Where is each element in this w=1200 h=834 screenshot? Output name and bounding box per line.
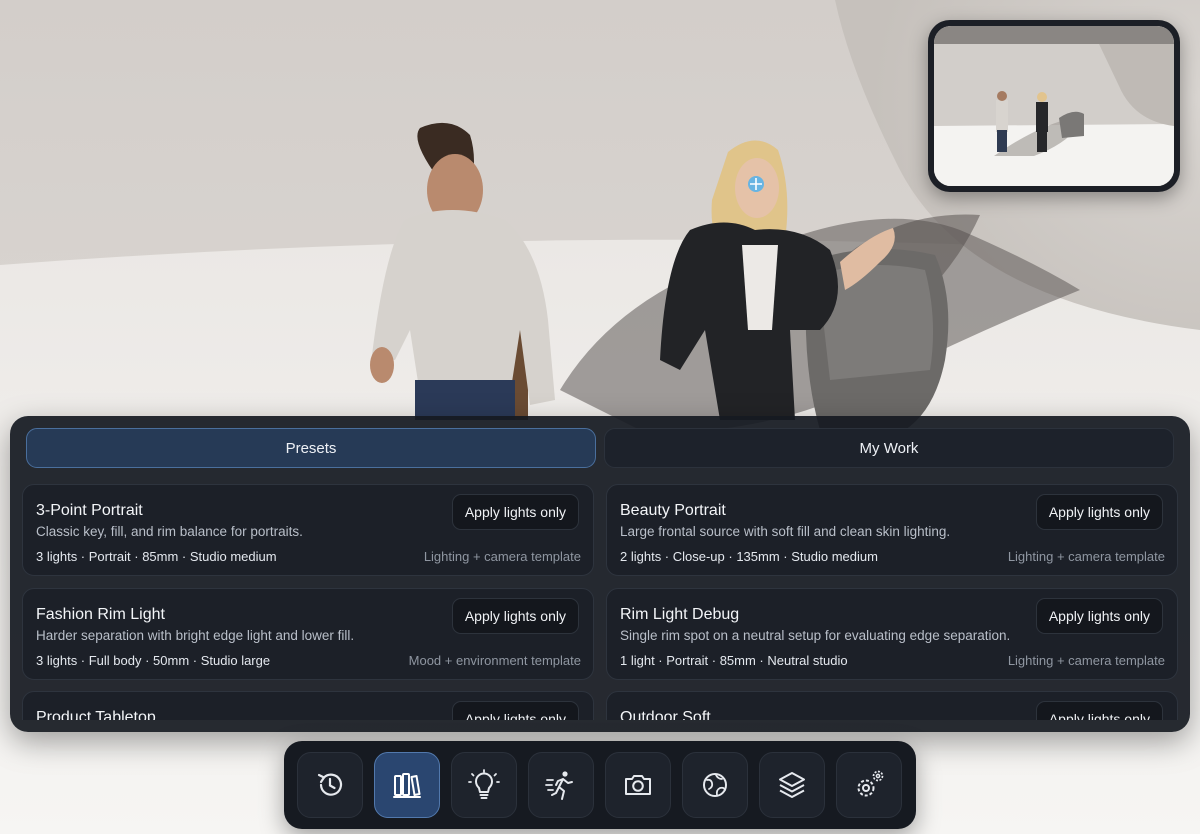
preset-template-type: Lighting + camera template <box>423 549 581 564</box>
preset-description: Classic key, fill, and rim balance for p… <box>36 524 303 539</box>
settings-button[interactable] <box>836 752 902 818</box>
history-button[interactable] <box>297 752 363 818</box>
preset-card-beauty-portrait[interactable]: Beauty Portrait Large frontal source wit… <box>606 484 1178 576</box>
preset-title: Product Tabletop <box>36 709 156 720</box>
preset-title: Beauty Portrait <box>620 502 726 519</box>
camera-button[interactable] <box>605 752 671 818</box>
camera-icon <box>625 775 651 795</box>
preset-meta: 2 lights · Close-up · 135mm · Studio med… <box>620 549 878 564</box>
preset-title: Rim Light Debug <box>620 606 740 623</box>
library-icon <box>393 773 421 798</box>
layers-button[interactable] <box>759 752 825 818</box>
preset-description: Large frontal source with soft fill and … <box>620 524 951 539</box>
preset-description: Harder separation with bright edge light… <box>36 628 355 643</box>
settings-icon <box>857 770 884 797</box>
tab-presets[interactable]: Presets <box>26 428 596 468</box>
layers-icon <box>779 772 805 798</box>
library-button[interactable] <box>374 752 440 818</box>
preset-list[interactable]: 3-Point Portrait Classic key, fill, and … <box>22 484 1178 720</box>
apply-lights-only-button[interactable]: Apply lights only <box>451 701 579 720</box>
preset-card-fashion-rim-light[interactable]: Fashion Rim Light Harder separation with… <box>22 588 594 680</box>
apply-lights-only-button[interactable]: Apply lights only <box>1035 494 1163 530</box>
camera-preview-scene <box>934 26 1174 186</box>
preset-card-rim-light-debug[interactable]: Rim Light Debug Single rim spot on a neu… <box>606 588 1178 680</box>
pose-icon <box>545 771 573 800</box>
presets-panel: Presets My Work 3-Point Portrait Classic… <box>10 416 1190 732</box>
preset-meta: 1 light · Portrait · 85mm · Neutral stud… <box>620 653 848 668</box>
globe-icon <box>703 773 727 797</box>
light-bulb-icon <box>468 769 500 799</box>
preset-card-outdoor-soft[interactable]: Outdoor Soft Apply lights only <box>606 691 1178 720</box>
apply-lights-only-button[interactable]: Apply lights only <box>451 598 579 634</box>
environment-button[interactable] <box>682 752 748 818</box>
pose-button[interactable] <box>528 752 594 818</box>
preset-title: Outdoor Soft <box>620 709 711 720</box>
preset-meta: 3 lights · Portrait · 85mm · Studio medi… <box>36 549 277 564</box>
camera-preview[interactable] <box>928 20 1180 192</box>
bottom-toolbar <box>284 741 916 829</box>
preset-title: 3-Point Portrait <box>36 502 143 519</box>
apply-lights-only-button[interactable]: Apply lights only <box>1035 701 1163 720</box>
lights-button[interactable] <box>451 752 517 818</box>
preset-template-type: Lighting + camera template <box>1007 549 1165 564</box>
preset-card-product-tabletop[interactable]: Product Tabletop Apply lights only <box>22 691 594 720</box>
preset-template-type: Mood + environment template <box>408 653 581 668</box>
history-icon <box>317 773 343 796</box>
preset-meta: 3 lights · Full body · 50mm · Studio lar… <box>36 653 271 668</box>
apply-lights-only-button[interactable]: Apply lights only <box>451 494 579 530</box>
tab-my-work[interactable]: My Work <box>604 428 1174 468</box>
preset-template-type: Lighting + camera template <box>1007 653 1165 668</box>
preset-card-3-point-portrait[interactable]: 3-Point Portrait Classic key, fill, and … <box>22 484 594 576</box>
apply-lights-only-button[interactable]: Apply lights only <box>1035 598 1163 634</box>
preset-title: Fashion Rim Light <box>36 606 165 623</box>
preset-description: Single rim spot on a neutral setup for e… <box>620 628 1011 643</box>
